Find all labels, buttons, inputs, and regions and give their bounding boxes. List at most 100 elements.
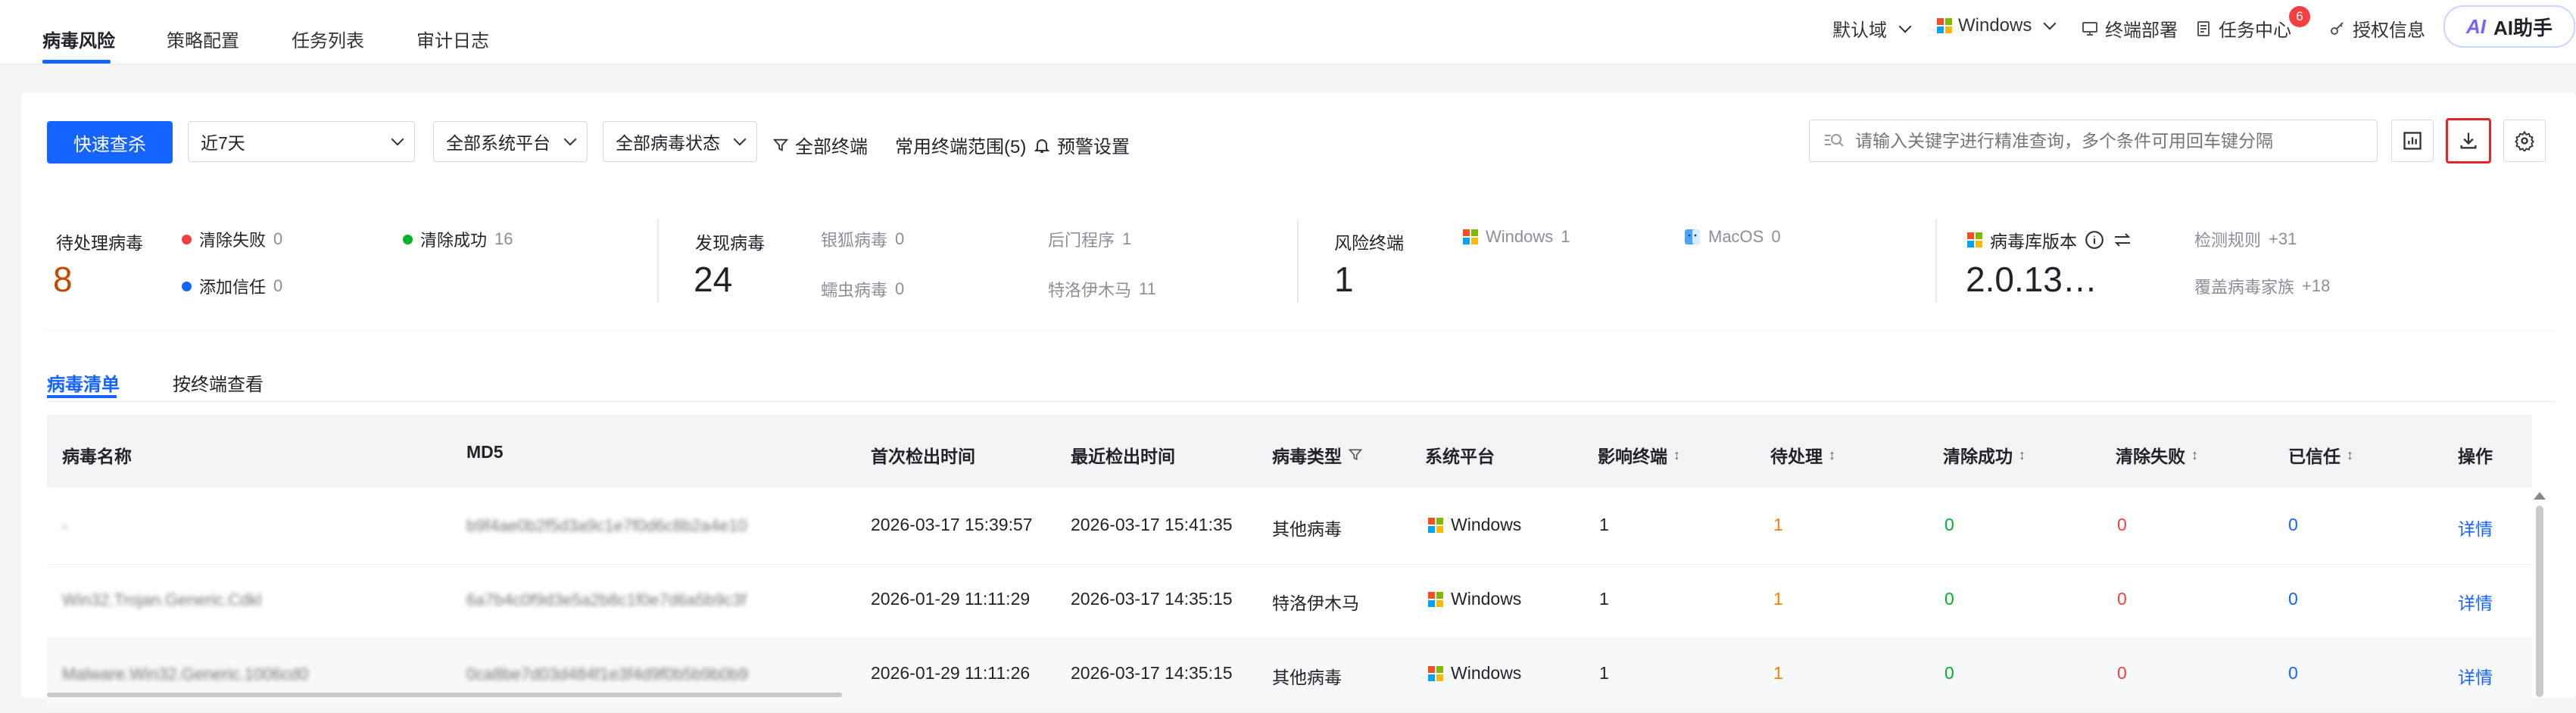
chevron-down-icon [1898, 20, 1912, 33]
detail-link[interactable]: 详情 [2458, 663, 2493, 689]
virus-families-stat: 覆盖病毒家族 +18 [2194, 274, 2330, 298]
top-nav: 病毒风险 策略配置 任务列表 审计日志 默认域 Windows 终端部署 任务中… [0, 0, 2576, 64]
scroll-up-arrow-icon[interactable] [2534, 492, 2546, 500]
virus-families-label: 覆盖病毒家族 [2194, 278, 2295, 297]
column-header-trusted[interactable]: 已信任 ↕ [2288, 442, 2353, 468]
failed-cell: 0 [2117, 515, 2127, 534]
detail-link[interactable]: 详情 [2458, 515, 2493, 540]
macos-terminal-stat: MacOS 0 [1684, 227, 1781, 247]
cleared-cell: 0 [1944, 515, 1954, 534]
terminal-filter-button[interactable]: 全部终端 [772, 132, 868, 158]
divider [657, 220, 659, 303]
windows-icon [1428, 517, 1443, 533]
active-tab-indicator [42, 60, 111, 64]
vertical-scrollbar[interactable] [2536, 506, 2543, 697]
affected-cell: 1 [1599, 589, 1609, 609]
time-range-value: 近7天 [201, 133, 245, 153]
windows-icon [1428, 591, 1443, 607]
backdoor-value: 1 [1122, 229, 1132, 248]
macos-terminal-value: 0 [1771, 227, 1781, 246]
column-header-pending[interactable]: 待处理 ↕ [1770, 442, 1835, 468]
search-input[interactable] [1854, 129, 2349, 152]
detail-link[interactable]: 详情 [2458, 589, 2493, 615]
found-virus-label: 发现病毒 [695, 233, 765, 253]
divider [1935, 220, 1937, 303]
system-platform-select[interactable]: 全部系统平台 [433, 121, 588, 162]
platform-selector-label: Windows [1958, 15, 2032, 36]
column-header-type[interactable]: 病毒类型 [1272, 442, 1363, 468]
platform-cell: Windows [1428, 515, 1521, 535]
subtab-virus-list[interactable]: 病毒清单 [47, 369, 120, 396]
sort-icon[interactable]: ↕ [1673, 447, 1680, 463]
license-info-link[interactable]: 授权信息 [2328, 15, 2425, 42]
md5-cell: b9f4ae0b2f5d3a9c1e7f0d6c8b2a4e10 [466, 516, 747, 535]
time-range-select[interactable]: 近7天 [188, 121, 415, 162]
last-seen-cell: 2026-03-17 15:41:35 [1071, 515, 1233, 534]
alert-settings-label: 预警设置 [1057, 137, 1130, 157]
virus-status-select[interactable]: 全部病毒状态 [603, 121, 757, 162]
domain-selector[interactable]: 默认域 [1832, 15, 1912, 42]
export-download-button[interactable] [2446, 118, 2491, 163]
key-icon [2331, 21, 2344, 35]
sort-icon[interactable]: ↕ [1829, 447, 1835, 463]
sort-icon[interactable]: ↕ [2019, 447, 2026, 463]
quick-search-button[interactable]: 快速查杀 [47, 121, 173, 163]
chevron-down-icon [733, 132, 747, 146]
search-list-icon [1825, 134, 1844, 147]
clear-success-stat: 清除成功 16 [403, 227, 513, 251]
settings-button[interactable] [2503, 120, 2546, 162]
alert-settings-link[interactable]: 预警设置 [1033, 132, 1130, 158]
worm-label: 蠕虫病毒 [821, 281, 888, 300]
risk-terminal-count: 1 [1334, 260, 1354, 299]
first-seen-cell: 2026-03-17 15:39:57 [871, 515, 1033, 534]
found-virus-count: 24 [694, 260, 733, 299]
trojan-label: 特洛伊木马 [1048, 281, 1132, 300]
detection-rules-value: +31 [2269, 229, 2297, 248]
terminal-deploy-link[interactable]: 终端部署 [2081, 15, 2178, 42]
gear-icon [2515, 130, 2534, 151]
add-trust-stat: 添加信任 0 [182, 274, 282, 298]
add-trust-label: 添加信任 [199, 278, 267, 297]
blue-dot-icon [182, 281, 192, 291]
pending-cell: 1 [1773, 515, 1783, 534]
virus-status-value: 全部病毒状态 [616, 133, 720, 153]
tab-task-list[interactable]: 任务列表 [292, 26, 364, 52]
terminal-deploy-label: 终端部署 [2105, 20, 2178, 41]
task-center-label: 任务中心 [2219, 20, 2291, 41]
column-header-affected[interactable]: 影响终端 ↕ [1598, 442, 1680, 468]
ai-assistant-button[interactable]: AI AI助手 [2443, 5, 2575, 48]
virus-db-version-value: 2.0.13… [1966, 260, 2097, 299]
ransomware-value: 0 [895, 229, 905, 248]
switch-icon[interactable] [2112, 230, 2133, 250]
terminal-filter-label: 全部终端 [795, 137, 868, 157]
column-header-failed[interactable]: 清除失败 ↕ [2116, 442, 2198, 468]
column-header-cleared[interactable]: 清除成功 ↕ [1943, 442, 2026, 468]
task-center-link[interactable]: 任务中心 [2194, 15, 2291, 42]
info-icon[interactable] [2085, 230, 2104, 250]
backdoor-stat: 后门程序 1 [1048, 227, 1131, 251]
platform-selector[interactable]: Windows [1937, 15, 2057, 36]
tab-audit-log[interactable]: 审计日志 [416, 26, 489, 52]
md5-cell: 0ca8be7d03d484f1e3f4d9f0b5b9b0b9 [466, 665, 748, 683]
virus-families-value: +18 [2302, 276, 2331, 295]
sort-icon[interactable]: ↕ [2347, 447, 2353, 463]
clear-failed-stat: 清除失败 0 [182, 227, 282, 251]
filter-icon[interactable] [1348, 447, 1363, 462]
statistics-button[interactable] [2391, 120, 2434, 162]
clear-failed-label: 清除失败 [199, 231, 267, 250]
windows-terminal-label: Windows [1486, 227, 1554, 246]
column-header-name: 病毒名称 [62, 447, 132, 466]
trojan-value: 11 [1139, 279, 1156, 298]
system-platform-value: 全部系统平台 [446, 133, 550, 153]
tab-policy-config[interactable]: 策略配置 [167, 26, 239, 52]
subtab-border [47, 401, 2555, 402]
pending-virus-count: 8 [53, 260, 73, 299]
sort-icon[interactable]: ↕ [2191, 447, 2198, 463]
tab-virus-risk[interactable]: 病毒风险 [42, 26, 115, 52]
subtab-by-terminal[interactable]: 按终端查看 [173, 369, 264, 396]
search-box[interactable] [1809, 120, 2378, 162]
common-range-link[interactable]: 常用终端范围(5) [895, 132, 1026, 158]
horizontal-scrollbar[interactable] [47, 693, 842, 697]
virus-type-cell: 其他病毒 [1272, 519, 1342, 539]
affected-cell: 1 [1599, 515, 1609, 534]
